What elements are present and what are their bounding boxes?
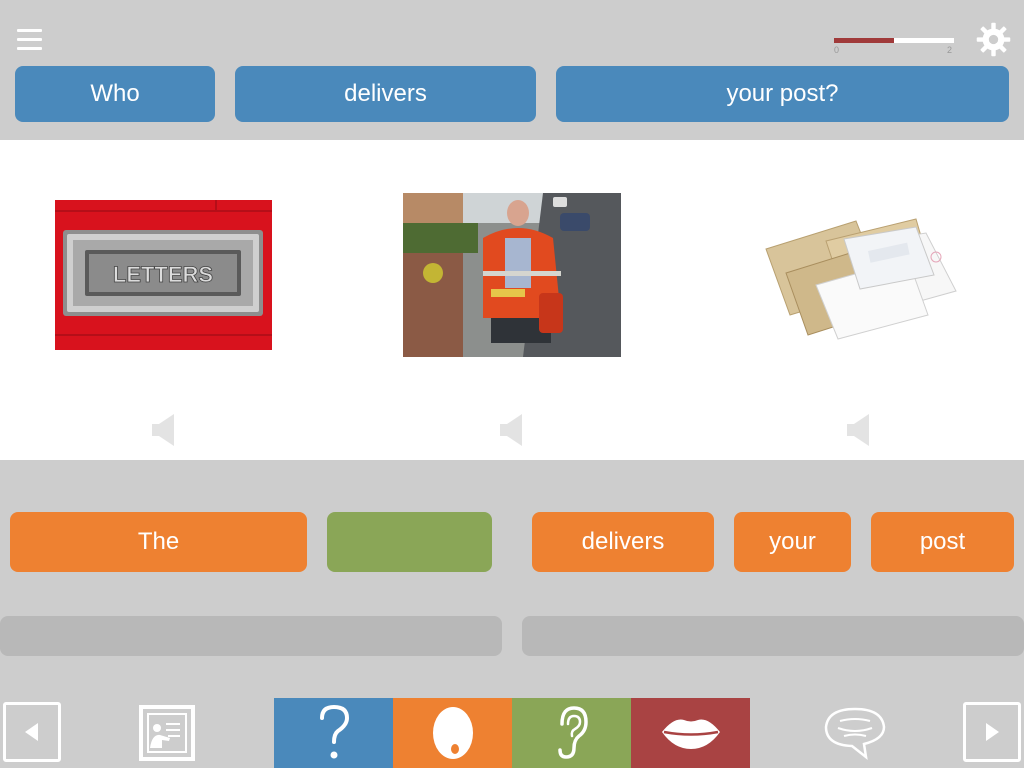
answer-word-the[interactable]: The (10, 512, 307, 572)
speak-button[interactable] (631, 698, 750, 768)
listen-button[interactable] (512, 698, 631, 768)
postman-image (403, 193, 621, 357)
speaker-icon[interactable] (150, 412, 178, 448)
answer-word-your[interactable]: your (734, 512, 851, 572)
question-word-delivers[interactable]: delivers (235, 66, 536, 122)
progress-max-label: 2 (946, 45, 952, 55)
bottom-toolbar (0, 698, 1024, 768)
egg-face-button[interactable] (393, 698, 512, 768)
picture-panel: LETTERS (0, 140, 1024, 460)
gear-icon[interactable] (976, 22, 1011, 57)
envelopes-photo[interactable] (756, 215, 964, 340)
forward-button[interactable] (963, 702, 1021, 762)
hamburger-menu-icon[interactable] (17, 27, 42, 51)
question-button[interactable] (274, 698, 393, 768)
ear-icon (557, 706, 588, 759)
question-word-your-post[interactable]: your post? (556, 66, 1009, 122)
lesson-board-button[interactable] (137, 698, 197, 768)
egg-face-icon (432, 707, 473, 759)
progress-fill (834, 38, 894, 43)
answer-blank-slot[interactable] (327, 512, 492, 572)
letter-plate-image: LETTERS (55, 200, 272, 350)
sentence-slot-right[interactable] (522, 616, 1024, 656)
sentence-slot-left[interactable] (0, 616, 502, 656)
progress-bar: 0 2 (834, 34, 954, 58)
progress-track (834, 38, 954, 43)
letterbox-photo[interactable]: LETTERS (55, 200, 272, 350)
speaker-icon[interactable] (498, 412, 526, 448)
back-arrow-icon (25, 723, 38, 741)
forward-arrow-icon (986, 723, 999, 741)
teacher-board-icon (139, 705, 195, 761)
speaker-icon[interactable] (845, 412, 873, 448)
answer-word-delivers[interactable]: delivers (532, 512, 714, 572)
letter-plate-text: LETTERS (113, 262, 213, 287)
speech-bubble-button[interactable] (820, 698, 890, 768)
speech-bubble-icon (824, 707, 886, 760)
back-button[interactable] (3, 702, 61, 762)
envelopes-image (765, 218, 957, 340)
question-mark-icon (319, 704, 349, 759)
answer-word-post[interactable]: post (871, 512, 1014, 572)
postman-photo[interactable] (403, 193, 621, 357)
lips-icon (661, 719, 720, 749)
progress-min-label: 0 (834, 45, 840, 55)
question-word-who[interactable]: Who (15, 66, 215, 122)
